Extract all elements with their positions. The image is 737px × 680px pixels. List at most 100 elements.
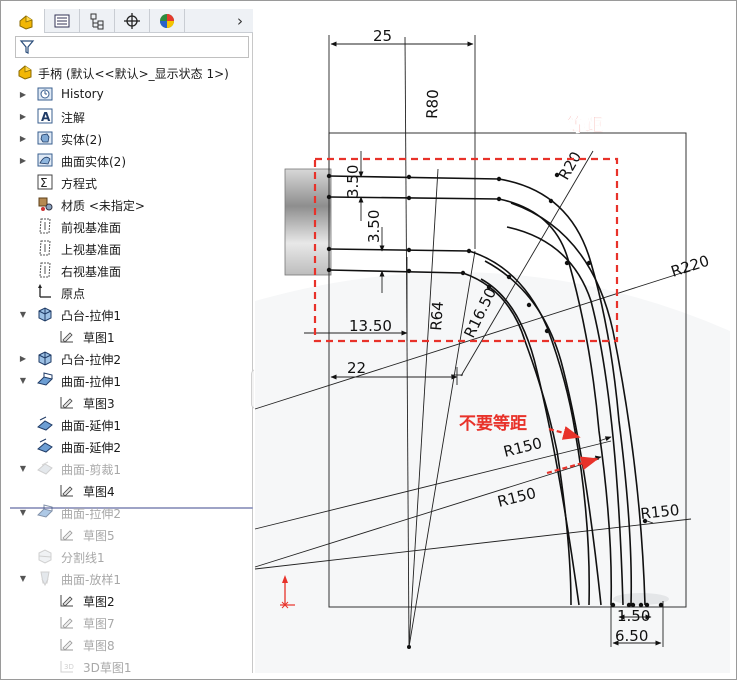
dim-r20[interactable]: R20 (555, 148, 585, 183)
cylinder-body[interactable] (284, 168, 332, 276)
tree-item[interactable]: 草图5 (10, 523, 253, 545)
origin-icon (38, 284, 51, 298)
tree-item[interactable]: ▼ 凸台-拉伸1 (10, 303, 253, 325)
configuration-manager-icon (90, 13, 104, 30)
tab-feature-manager[interactable] (10, 9, 45, 33)
tree-item-label: 草图2 (83, 595, 115, 609)
expand-arrow-icon[interactable]: ▶ (18, 347, 28, 369)
tree-item[interactable]: ▶ 曲面实体(2) (10, 149, 253, 171)
dim-r64[interactable]: R64 (427, 301, 447, 332)
tab-configuration-manager[interactable] (80, 9, 115, 33)
expand-arrow-icon[interactable]: ▶ (18, 83, 28, 105)
collapse-arrow-icon[interactable]: ▼ (18, 457, 28, 479)
tree-item[interactable]: ▼ 曲面-剪裁1 (10, 457, 253, 479)
tree-item[interactable]: ▶ A 注解 (10, 105, 253, 127)
tree-item-label: 草图5 (83, 529, 115, 543)
tree-item-label: 草图8 (83, 639, 115, 653)
dim-22[interactable]: 22 (347, 359, 366, 377)
tab-dimxpert-manager[interactable] (115, 9, 150, 33)
appearance-sphere-icon (160, 14, 174, 28)
tree-item[interactable]: 草图7 (10, 611, 253, 633)
tree-item-label: 上视基准面 (61, 243, 122, 257)
boss-extrude-icon (38, 307, 52, 322)
sketch-icon (60, 529, 73, 541)
dim-r220[interactable]: R220 (669, 252, 712, 281)
sketch-icon (60, 639, 73, 651)
tree-item-label: 注解 (61, 111, 86, 125)
tree-item[interactable]: 曲面-延伸1 (10, 413, 253, 435)
dim-25[interactable]: 25 (373, 27, 392, 45)
collapse-arrow-icon[interactable]: ▼ (18, 567, 28, 589)
tree-item-label: 凸台-拉伸1 (61, 309, 121, 323)
tree-item[interactable]: 草图3 (10, 391, 253, 413)
plane-icon (39, 218, 51, 234)
tree-item-label: 曲面-放样1 (61, 573, 121, 587)
tab-scroll-right-icon[interactable]: › (231, 9, 249, 33)
tree-item-label: 曲面-拉伸1 (61, 375, 121, 389)
tree-item[interactable]: 前视基准面 (10, 215, 253, 237)
collapse-arrow-icon[interactable]: ▼ (18, 501, 28, 523)
boss-extrude-icon (38, 351, 52, 366)
tree-item-label: 前视基准面 (61, 221, 122, 235)
tree-item-label: 曲面-剪裁1 (61, 463, 121, 477)
property-manager-icon (54, 14, 70, 28)
dim-13-50[interactable]: 13.50 (349, 317, 392, 335)
surface-loft-icon (40, 571, 50, 587)
equal-distance-note: 等距 (567, 114, 603, 136)
surface-shading (255, 272, 730, 673)
tree-item[interactable]: 草图2 (10, 589, 253, 611)
surface-bodies-icon (37, 153, 53, 167)
tree-filter-box[interactable] (15, 36, 249, 58)
tree-item[interactable]: 原点 (10, 281, 253, 303)
surface-extend-icon (37, 416, 53, 431)
tree-item-label: 草图4 (83, 485, 115, 499)
tree-item-label: History (61, 87, 104, 101)
tab-display-manager[interactable] (150, 9, 185, 33)
solidworks-window: › 手柄 (默认<<默认>_显示状态 1>) ▶ History ▶ A 注解 ▶ 实体(2… (0, 0, 737, 680)
not-equal-distance-note: 不要等距 (459, 413, 527, 434)
tree-item[interactable]: 上视基准面 (10, 237, 253, 259)
tree-item[interactable]: Σ 方程式 (10, 171, 253, 193)
3d-sketch-icon: 3D (60, 661, 74, 673)
tree-item[interactable]: 草图8 (10, 633, 253, 655)
tree-item[interactable]: 分割线1 (10, 545, 253, 567)
dim-3-50-a[interactable]: 3.50 (344, 165, 362, 198)
tree-item[interactable]: ▶ 实体(2) (10, 127, 253, 149)
dim-1-50[interactable]: 1.50 (617, 607, 650, 625)
graphics-area[interactable]: 25 R80 R20 R220 3.50 3.50 R16.50 R64 13.… (254, 9, 730, 673)
expand-arrow-icon[interactable]: ▶ (18, 105, 28, 127)
collapse-arrow-icon[interactable]: ▼ (18, 369, 28, 391)
tree-item[interactable]: ▼ 曲面-拉伸1 (10, 369, 253, 391)
tree-item[interactable]: ▼ 曲面-拉伸2 (10, 501, 253, 523)
sketch-icon (60, 331, 73, 343)
tree-item[interactable]: 曲面-延伸2 (10, 435, 253, 457)
dim-r80[interactable]: R80 (423, 89, 442, 119)
sketch-icon (60, 397, 73, 409)
feature-manager-panel: › 手柄 (默认<<默认>_显示状态 1>) ▶ History ▶ A 注解 ▶ 实体(2… (10, 9, 253, 675)
sketch-icon (60, 485, 73, 497)
expand-arrow-icon[interactable]: ▶ (18, 127, 28, 149)
tree-item-label: 方程式 (61, 177, 98, 191)
tree-item[interactable]: 右视基准面 (10, 259, 253, 281)
tree-item-label: 材质 <未指定> (61, 199, 145, 213)
tree-item[interactable]: 3D 3D草图1 (10, 655, 253, 677)
tree-item[interactable]: 草图4 (10, 479, 253, 501)
tree-item[interactable]: 草图1 (10, 325, 253, 347)
panel-tab-bar: › (10, 9, 253, 33)
tab-property-manager[interactable] (45, 9, 80, 33)
tree-item[interactable]: ▶ History (10, 83, 253, 105)
dim-6-50[interactable]: 6.50 (615, 627, 648, 645)
tree-item-label: 原点 (61, 287, 86, 301)
feature-manager-icon (19, 15, 33, 30)
collapse-arrow-icon[interactable]: ▼ (18, 303, 28, 325)
plane-icon (39, 240, 51, 256)
tree-item-label: 曲面-拉伸2 (61, 507, 121, 521)
tree-item[interactable]: ▶ 凸台-拉伸2 (10, 347, 253, 369)
tree-root-label: 手柄 (默认<<默认>_显示状态 1>) (38, 67, 229, 81)
dim-3-50-b[interactable]: 3.50 (365, 210, 383, 243)
expand-arrow-icon[interactable]: ▶ (18, 149, 28, 171)
tree-item[interactable]: 材质 <未指定> (10, 193, 253, 215)
svg-text:3D: 3D (64, 663, 74, 671)
tree-root-part[interactable]: 手柄 (默认<<默认>_显示状态 1>) (10, 61, 253, 83)
tree-item[interactable]: ▼ 曲面-放样1 (10, 567, 253, 589)
